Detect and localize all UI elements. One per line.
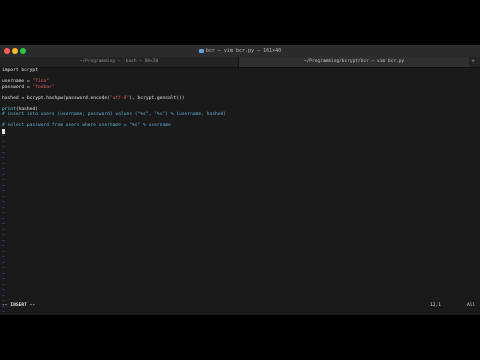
code-token: # select password from users where usern… [2,123,171,128]
mode-indicator: -- INSERT -- [2,303,36,308]
code-token: password = [2,84,33,90]
code-token: hashed = bcrypt.hashpw(password.encode( [2,95,110,101]
new-tab-button[interactable]: + [469,57,477,67]
tab-bash[interactable]: ~/Programming — -bash — 80×20 [0,57,239,67]
text-cursor [2,128,5,134]
folder-icon [198,48,204,53]
window-title: bcr — vim bcr.py — 161×40 [0,47,480,55]
vim-editor[interactable]: import bcrypt username = "Tina" password =… [0,68,480,315]
tab-bar: ~/Programming — -bash — 80×20 ~/Programm… [0,57,480,68]
code-token: import bcrypt [2,68,38,73]
code-token: username = [2,79,33,84]
cursor-position: 12,1 [430,303,442,308]
code-token: # insert into users (username, password)… [2,112,227,117]
code-token: "foobar" [32,84,55,90]
tab-vim[interactable]: ~/Programming/bcrypt/bcr — vim bcr.py [239,57,469,67]
code-token: print [2,106,16,112]
code-token: ), bcrypt.gensalt()) [129,95,185,101]
vim-status-line: -- INSERT -- 12,1 All [0,301,480,311]
scroll-indicator: All [467,303,476,308]
terminal-window: bcr — vim bcr.py — 161×40 ~/Programming … [0,45,480,315]
code-token: "Tina" [32,79,50,84]
code-token: (hashed) [15,106,38,112]
code-token: "utf-8" [109,95,130,101]
title-bar: bcr — vim bcr.py — 161×40 [0,45,480,57]
